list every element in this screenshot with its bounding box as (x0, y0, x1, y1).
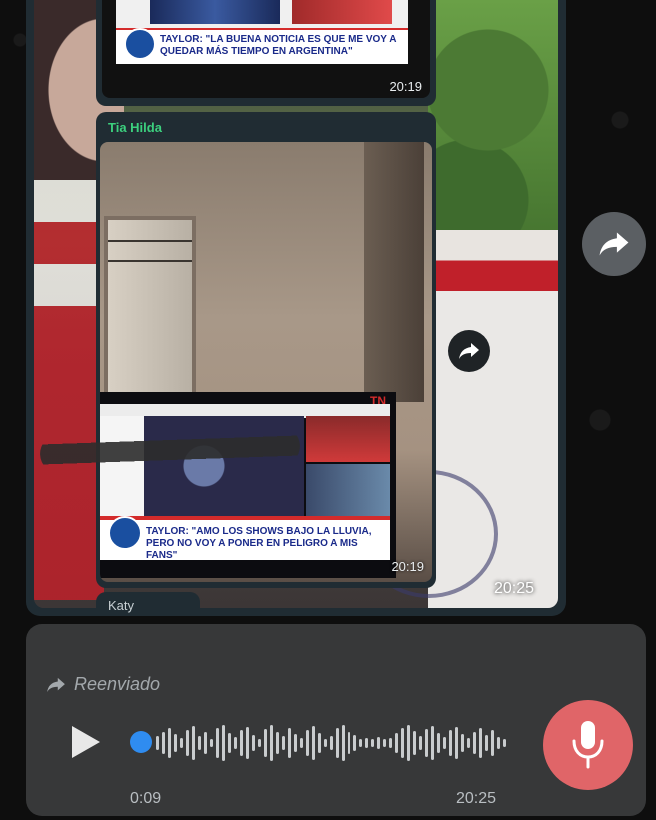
play-icon[interactable] (66, 722, 106, 762)
message-time: 20:25 (456, 790, 497, 807)
forwarded-label: Reenviado (46, 674, 160, 695)
elapsed-time: 0:09 (130, 790, 162, 807)
forward-button[interactable] (448, 330, 490, 372)
tv-headline: TAYLOR: "LA BUENA NOTICIA ES QUE ME VOY … (160, 34, 397, 57)
message-time: 20:19 (389, 79, 422, 94)
hilda-photo-message[interactable]: Tia Hilda TN TAYLOR: "AMO LOS SHOWS BAJO… (96, 112, 436, 588)
tv-screen: TAYLOR: "LA BUENA NOTICIA ES QUE ME VOY … (102, 0, 430, 98)
tv-set: TN TAYLOR: "AMO LOS SHOWS BAJO LA LLUVIA… (100, 392, 396, 578)
forwarded-arrow-icon (47, 677, 65, 692)
voice-message[interactable]: Reenviado 0:09 20:25 (26, 624, 646, 816)
channel-logo (124, 28, 156, 60)
jersey-left (34, 180, 104, 600)
next-message-header[interactable]: Katy (96, 592, 200, 616)
forward-button[interactable] (582, 212, 646, 276)
audio-waveform[interactable] (156, 724, 507, 762)
sender-name: Katy (108, 598, 135, 613)
message-time: 20:19 (391, 559, 424, 574)
photo[interactable]: TN TAYLOR: "AMO LOS SHOWS BAJO LA LLUVIA… (100, 142, 432, 582)
sender-name[interactable]: Tia Hilda (108, 120, 162, 135)
forward-arrow-icon (459, 343, 479, 359)
record-button[interactable] (543, 700, 633, 790)
microphone-icon (572, 721, 604, 769)
tv-headline: TAYLOR: "AMO LOS SHOWS BAJO LA LLUVIA, P… (146, 526, 372, 561)
tv-screenshot-message[interactable]: TAYLOR: "LA BUENA NOTICIA ES QUE ME VOY … (96, 0, 436, 106)
playback-position-handle[interactable] (130, 731, 152, 753)
channel-logo (108, 516, 142, 550)
forward-arrow-icon (599, 232, 629, 256)
message-time: 20:25 (494, 580, 535, 597)
